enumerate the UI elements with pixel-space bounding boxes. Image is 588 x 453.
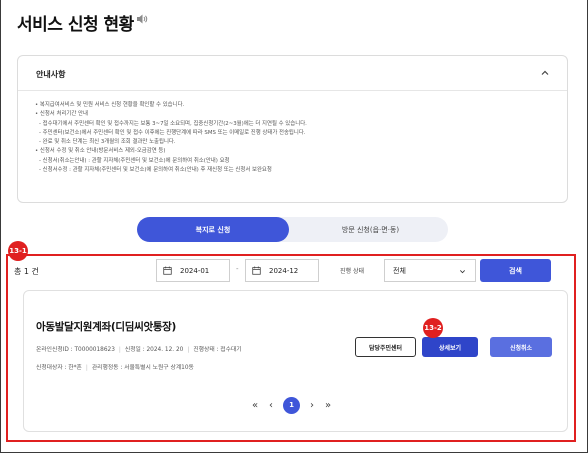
tab-visit-application[interactable]: 방문 신청(읍·면·동) [293, 217, 448, 242]
notice-panel: 안내사항 • 복지급여서비스 및 민원 서비스 신청 현황을 확인할 수 있습니… [17, 55, 568, 203]
chevron-down-icon [460, 270, 465, 274]
view-details-button[interactable]: 상세보기 [422, 337, 478, 357]
speaker-icon[interactable] [136, 13, 148, 25]
application-type-tabs: 복지로 신청 방문 신청(읍·면·동) [137, 217, 448, 242]
date-to-value: 2024-12 [269, 266, 299, 275]
pagination: « ‹ 1 › » [247, 395, 336, 415]
calendar-icon [163, 266, 172, 275]
status-select-value: 전체 [393, 266, 406, 275]
application-date: 신청일 : 2024. 12. 20 [124, 347, 184, 353]
application-title: 아동발달지원계좌(디딤씨앗통장) [36, 321, 177, 333]
date-from-field[interactable]: 2024-01 [156, 259, 230, 282]
tab-online-application[interactable]: 복지로 신청 [137, 217, 289, 242]
prev-page-button[interactable]: ‹ [263, 400, 279, 411]
notice-line: - 완료 및 취소 단계는 최신 3개월의 조회 결과만 노출됩니다. [39, 139, 176, 146]
status-select[interactable]: 전체 [384, 259, 476, 282]
last-page-button[interactable]: » [320, 400, 336, 411]
community-center-button[interactable]: 담당주민센터 [355, 337, 416, 357]
chevron-up-icon[interactable] [540, 68, 550, 78]
notice-line: • 신청서 처리기간 안내 [35, 111, 88, 118]
notice-divider [18, 90, 567, 91]
notice-line: • 복지급여서비스 및 민원 서비스 신청 현황을 확인할 수 있습니다. [35, 102, 185, 108]
notice-body: • 복지급여서비스 및 민원 서비스 신청 현황을 확인할 수 있습니다. • … [35, 101, 555, 175]
application-status: 진행상태 : 접수대기 [193, 347, 242, 353]
next-page-button[interactable]: › [304, 400, 320, 411]
step-marker-13-2: 13-2 [423, 318, 443, 338]
calendar-icon [252, 266, 261, 275]
notice-line: • 신청서 수정 및 취소 안내(방문서비스 제외-오금감연 등) [35, 148, 166, 155]
current-page[interactable]: 1 [283, 396, 300, 414]
date-from-value: 2024-01 [180, 266, 210, 275]
step-marker-13-1: 13-1 [8, 241, 28, 261]
notice-line: - 주민센터(보건소)에서 주민센터 확인 및 접수 이후에는 진행단계에 따라… [39, 129, 306, 136]
date-separator: - [236, 265, 239, 273]
notice-line: - 신청서수정 : 관할 지자체(주민센터 및 보건소)에 문의하여 취소(안내… [39, 167, 272, 174]
applicant-name: 신청대상자 : 한*흔 [36, 365, 82, 371]
notice-line: - 신청서(취소는안내) : 관할 지자체(주민센터 및 보건소)에 문의하여 … [39, 157, 230, 164]
notice-line: - 접수대기에서 주민센터 확인 및 접수까지는 보통 3~7일 소요되며, 집… [39, 120, 307, 127]
search-button[interactable]: 검색 [480, 259, 551, 282]
first-page-button[interactable]: « [247, 400, 263, 411]
result-count: 총 1 건 [14, 267, 39, 276]
date-to-field[interactable]: 2024-12 [245, 259, 319, 282]
managing-office: 관리행정동 : 서울특별시 노원구 상계10동 [91, 365, 194, 371]
online-application-id: 온라인신청ID : T0000018623 [36, 347, 115, 353]
status-filter-label: 진행 상태 [340, 268, 364, 275]
page-title: 서비스 신청 현황 [17, 15, 134, 35]
application-meta-row1: 온라인신청ID : T0000018623 | 신청일 : 2024. 12. 20… [36, 347, 242, 353]
cancel-application-button[interactable]: 신청취소 [490, 337, 552, 357]
application-meta-row2: 신청대상자 : 한*흔 | 관리행정동 : 서울특별시 노원구 상계10동 [36, 365, 194, 371]
notice-title: 안내사항 [36, 70, 66, 79]
